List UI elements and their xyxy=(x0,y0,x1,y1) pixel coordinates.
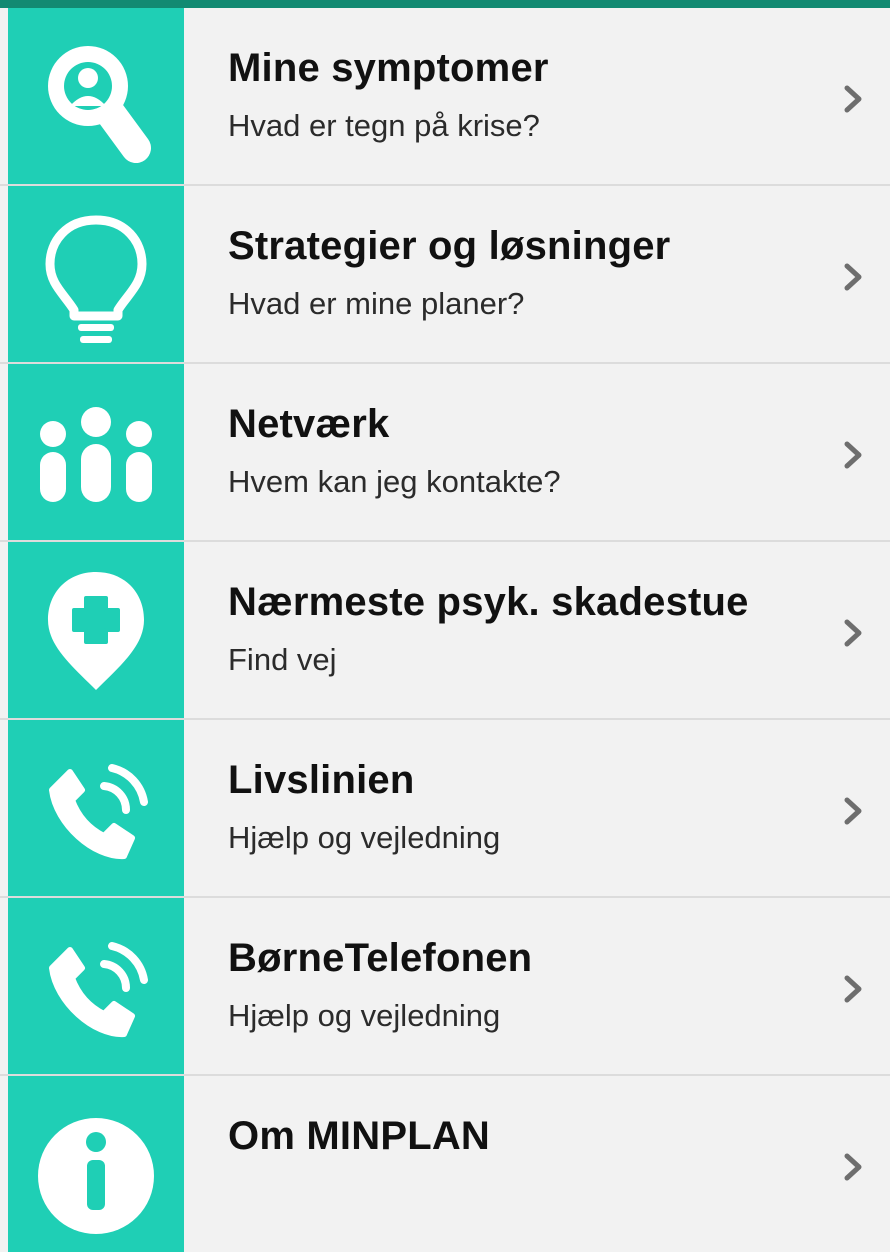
menu-item-bornetelefonen[interactable]: BørneTelefonen Hjælp og vejledning xyxy=(0,898,890,1076)
menu-item-skadestue[interactable]: Nærmeste psyk. skadestue Find vej xyxy=(0,542,890,720)
phone-call-icon xyxy=(49,942,148,1038)
icon-tile xyxy=(8,186,184,362)
chevron-right-icon xyxy=(844,263,862,291)
menu-item-subtitle: Hjælp og vejledning xyxy=(228,820,501,855)
icon-tile xyxy=(8,364,184,540)
menu-item-title: Om MINPLAN xyxy=(228,1114,490,1158)
menu-item-om-minplan[interactable]: Om MINPLAN xyxy=(0,1076,890,1252)
chevron-right-icon xyxy=(844,619,862,647)
menu-item-title: BørneTelefonen xyxy=(228,936,533,980)
icon-tile xyxy=(8,8,184,184)
menu-item-title: Nærmeste psyk. skadestue xyxy=(228,580,749,624)
people-group-icon xyxy=(40,407,152,502)
info-icon xyxy=(38,1118,154,1234)
menu-item-subtitle: Hvad er mine planer? xyxy=(228,286,525,321)
menu-item-subtitle: Hvem kan jeg kontakte? xyxy=(228,464,561,499)
icon-tile xyxy=(8,542,184,718)
top-bar xyxy=(0,0,890,8)
icon-tile xyxy=(8,720,184,896)
chevron-right-icon xyxy=(844,441,862,469)
phone-call-icon xyxy=(49,764,148,860)
menu-item-netvaerk[interactable]: Netværk Hvem kan jeg kontakte? xyxy=(0,364,890,542)
menu-list: Mine symptomer Hvad er tegn på krise? St… xyxy=(0,8,890,1252)
menu-item-title: Livslinien xyxy=(228,758,415,802)
menu-item-subtitle: Hvad er tegn på krise? xyxy=(228,108,540,143)
chevron-right-icon xyxy=(844,975,862,1003)
menu-item-title: Mine symptomer xyxy=(228,46,549,90)
menu-item-strategier[interactable]: Strategier og løsninger Hvad er mine pla… xyxy=(0,186,890,364)
symptom-search-icon xyxy=(48,46,151,163)
chevron-right-icon xyxy=(844,1153,862,1181)
menu-item-mine-symptomer[interactable]: Mine symptomer Hvad er tegn på krise? xyxy=(0,8,890,186)
chevron-right-icon xyxy=(844,797,862,825)
icon-tile xyxy=(8,898,184,1074)
lightbulb-icon xyxy=(45,215,147,343)
menu-item-title: Strategier og løsninger xyxy=(228,224,671,268)
chevron-right-icon xyxy=(844,85,862,113)
menu-item-subtitle: Hjælp og vejledning xyxy=(228,998,501,1033)
icon-tile xyxy=(8,1076,184,1252)
menu-item-livslinien[interactable]: Livslinien Hjælp og vejledning xyxy=(0,720,890,898)
menu-item-subtitle: Find vej xyxy=(228,642,337,677)
map-pin-cross-icon xyxy=(48,572,144,690)
menu-item-title: Netværk xyxy=(228,402,390,446)
